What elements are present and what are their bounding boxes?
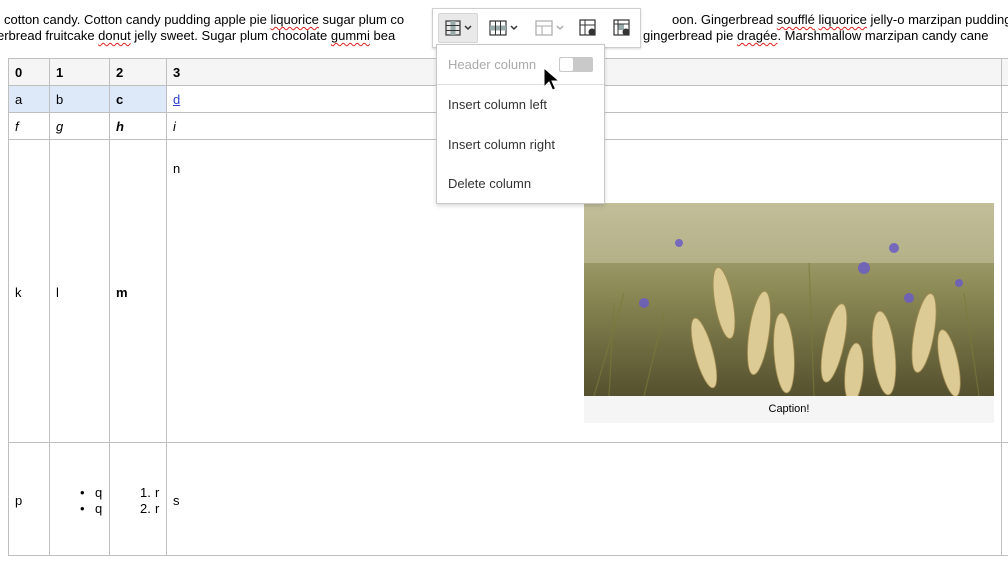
cell-properties-button[interactable]: [609, 13, 635, 43]
table-cell[interactable]: k: [15, 285, 22, 300]
list-item[interactable]: q: [95, 501, 102, 516]
insert-column-left-item[interactable]: Insert column left: [448, 97, 547, 112]
bullet-icon: •: [80, 501, 85, 516]
table-cell[interactable]: p: [15, 493, 22, 508]
table-properties-button[interactable]: [575, 13, 601, 43]
column-dropdown-menu: Header column Insert column left Insert …: [436, 44, 605, 204]
column-menu-button[interactable]: [438, 13, 478, 43]
paragraph-line-1-right: oon. Gingerbread soufflé liquorice jelly…: [672, 12, 1008, 27]
list-item[interactable]: r: [155, 501, 159, 516]
table-border: [8, 58, 9, 556]
spelling-error: dragée: [736, 28, 778, 43]
cell-properties-icon: [613, 19, 630, 36]
table-cell[interactable]: c: [116, 92, 123, 107]
chevron-down-icon: [463, 25, 472, 31]
list-number: 1.: [140, 485, 151, 500]
table-border: [8, 442, 1008, 443]
table-cell[interactable]: n: [173, 161, 180, 176]
table-border: [1001, 58, 1002, 556]
table-cell[interactable]: s: [173, 493, 180, 508]
spelling-error: liquorice: [270, 12, 319, 27]
table-cell[interactable]: b: [56, 92, 63, 107]
wheat-field-image: [584, 203, 994, 396]
table-properties-icon: [579, 19, 596, 36]
table-cell[interactable]: a: [15, 92, 22, 107]
table-cell-link[interactable]: d: [173, 92, 180, 107]
merge-cells-button[interactable]: [530, 13, 568, 43]
table-cell[interactable]: g: [56, 119, 63, 134]
chevron-down-icon: [509, 25, 518, 31]
delete-column-item[interactable]: Delete column: [448, 176, 531, 191]
image-figure[interactable]: Caption!: [584, 203, 994, 423]
mouse-cursor-icon: [543, 67, 561, 91]
paragraph-line-2-right: gingerbread pie dragée. Marshmallow marz…: [643, 28, 989, 43]
table-toolbar: [432, 8, 641, 48]
table-border: [49, 58, 50, 556]
header-column-label: Header column: [448, 57, 537, 72]
table-cell[interactable]: f: [15, 119, 19, 134]
menu-divider: [437, 84, 604, 85]
table-cell[interactable]: l: [56, 285, 59, 300]
table-header-cell[interactable]: 3: [173, 65, 180, 80]
paragraph-line-1-left: cotton candy. Cotton candy pudding apple…: [4, 12, 405, 27]
list-number: 2.: [140, 501, 151, 516]
spelling-error: gummi: [330, 28, 370, 43]
list-item[interactable]: q: [95, 485, 102, 500]
table-border: [166, 58, 167, 556]
chevron-down-icon: [555, 25, 564, 31]
bullet-icon: •: [80, 485, 85, 500]
table-cell[interactable]: h: [116, 119, 124, 134]
table-column-icon: [444, 20, 461, 36]
table-header-cell[interactable]: 1: [56, 65, 63, 80]
table-header-cell[interactable]: 0: [15, 65, 22, 80]
toggle-knob: [560, 58, 573, 71]
table-border: [8, 555, 1008, 556]
table-border: [109, 58, 110, 556]
header-column-toggle[interactable]: [559, 57, 593, 72]
selected-cells-bg: [9, 86, 166, 112]
figure-caption[interactable]: Caption!: [584, 403, 994, 415]
table-row-icon: [488, 20, 507, 36]
spelling-error: soufflé: [776, 12, 815, 27]
list-item[interactable]: r: [155, 485, 159, 500]
table-cell[interactable]: i: [173, 119, 176, 134]
table-cell[interactable]: m: [116, 285, 128, 300]
table-header-cell[interactable]: 2: [116, 65, 123, 80]
spelling-error: liquorice: [818, 12, 867, 27]
insert-column-right-item[interactable]: Insert column right: [448, 137, 555, 152]
paragraph-line-2-left: erbread fruitcake donut jelly sweet. Sug…: [0, 28, 396, 43]
row-menu-button[interactable]: [483, 13, 523, 43]
merge-cells-icon: [534, 20, 553, 36]
spelling-error: donut: [98, 28, 131, 43]
